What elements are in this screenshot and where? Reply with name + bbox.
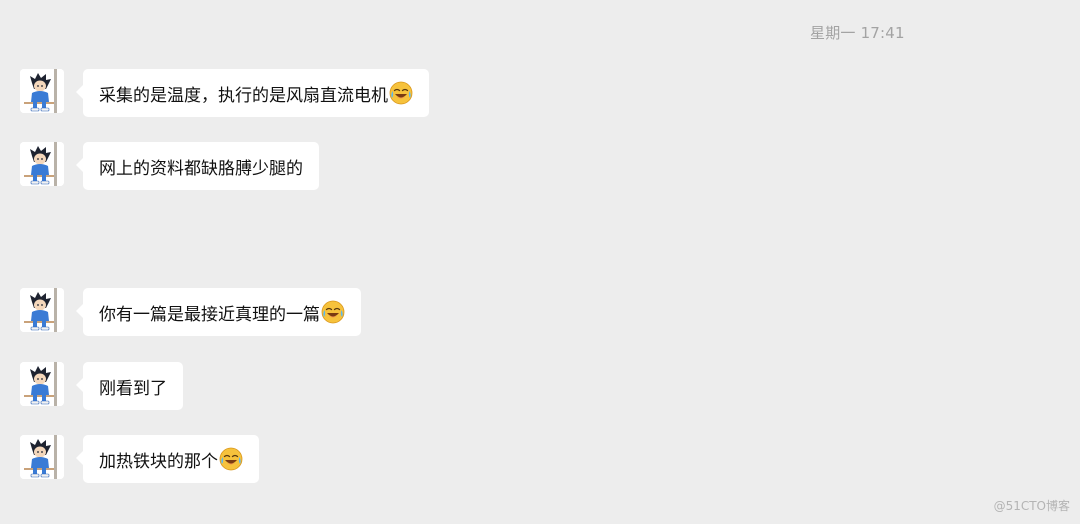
message-bubble[interactable]: 你有一篇是最接近真理的一篇 [76, 288, 361, 336]
message-bubble[interactable]: 加热铁块的那个 [76, 435, 259, 483]
message-text: 网上的资料都缺胳膊少腿的 [99, 158, 303, 179]
message-text: 你有一篇是最接近真理的一篇 [99, 304, 320, 325]
cartoon-boy-avatar-icon [20, 142, 64, 186]
message-bubble[interactable]: 采集的是温度，执行的是风扇直流电机 [76, 69, 429, 117]
message-text: 采集的是温度，执行的是风扇直流电机 [99, 85, 388, 106]
cartoon-boy-avatar-icon [20, 362, 64, 406]
avatar[interactable] [20, 362, 64, 406]
message-text: 刚看到了 [99, 378, 167, 399]
laughing-crying-emoji-icon [321, 300, 345, 324]
cartoon-boy-avatar-icon [20, 288, 64, 332]
cartoon-boy-avatar-icon [20, 69, 64, 113]
message-bubble[interactable]: 网上的资料都缺胳膊少腿的 [76, 142, 319, 190]
laughing-crying-emoji-icon [219, 447, 243, 471]
avatar[interactable] [20, 288, 64, 332]
avatar[interactable] [20, 142, 64, 186]
message-bubble[interactable]: 刚看到了 [76, 362, 183, 410]
avatar[interactable] [20, 435, 64, 479]
watermark: @51CTO博客 [993, 499, 1070, 513]
message-text: 加热铁块的那个 [99, 451, 218, 472]
avatar[interactable] [20, 69, 64, 113]
cartoon-boy-avatar-icon [20, 435, 64, 479]
message-timestamp: 星期一 17:41 [810, 24, 905, 42]
laughing-crying-emoji-icon [389, 81, 413, 105]
